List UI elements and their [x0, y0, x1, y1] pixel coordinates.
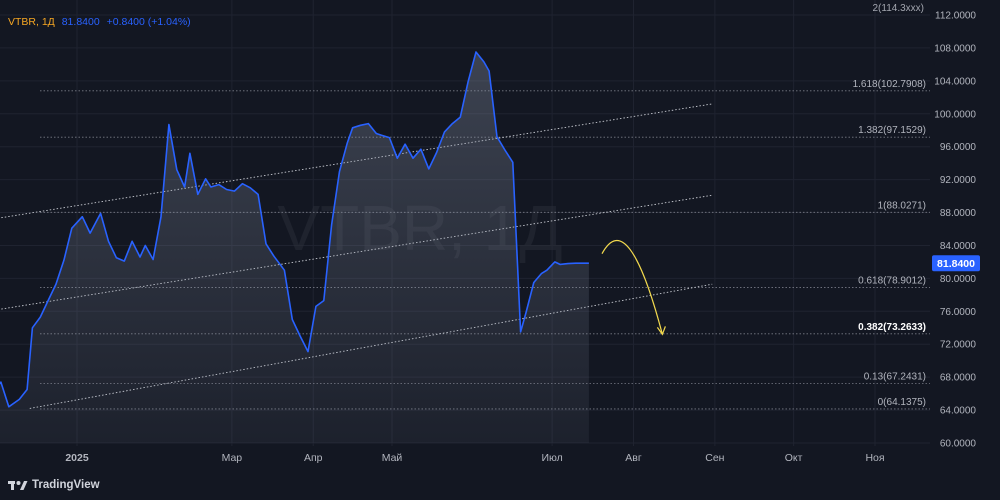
fib-level-label: 0.618(78.9012): [858, 275, 926, 286]
y-tick-label: 72.0000: [940, 340, 977, 351]
y-tick-label: 80.0000: [940, 274, 977, 285]
y-tick-label: 112.0000: [935, 11, 976, 22]
x-tick-label: Авг: [625, 452, 642, 464]
y-tick-label: 100.0000: [934, 109, 976, 120]
y-tick-label: 108.0000: [934, 43, 976, 54]
tradingview-brand-text: TradingView: [32, 479, 100, 491]
y-tick-label: 88.0000: [940, 208, 977, 219]
last-price-label: 81.8400: [61, 16, 100, 28]
y-tick-label: 92.0000: [940, 175, 977, 186]
y-tick-label: 64.0000: [940, 406, 977, 417]
y-tick-label: 84.0000: [940, 241, 977, 252]
price-change-label: +0.8400 (+1.04%): [106, 16, 191, 28]
fib-level-label: 0.382(73.2633): [858, 322, 926, 333]
price-chart[interactable]: VTBR, 1Д 0(64.1375) 0.13(67.2431) 0.382(73.…: [0, 0, 1000, 500]
y-tick-label: 96.0000: [940, 142, 977, 153]
fib-level-label: 1(88.0271): [878, 200, 926, 211]
y-tick-label: 68.0000: [940, 373, 977, 384]
x-tick-label: Май: [382, 452, 403, 464]
chart-header: VTBR, 1Д 81.8400 +0.8400 (+1.04%): [8, 16, 195, 28]
fib-level-label: 0.13(67.2431): [864, 371, 926, 382]
y-tick-label: 76.0000: [940, 307, 977, 318]
x-tick-label: Ноя: [865, 452, 884, 464]
fib-level-label: 0(64.1375): [878, 397, 926, 408]
x-tick-label: Мар: [222, 452, 243, 464]
x-tick-label: 2025: [65, 452, 89, 464]
x-tick-label: Апр: [304, 452, 323, 464]
y-tick-label: 60.0000: [940, 439, 977, 450]
x-tick-label: Окт: [785, 452, 803, 464]
tradingview-logo[interactable]: TradingView: [8, 479, 100, 491]
fib-level-label: 1.618(102.7908): [853, 79, 926, 90]
symbol-label: VTBR, 1Д: [8, 16, 55, 28]
x-tick-label: Сен: [705, 452, 724, 464]
y-tick-label: 104.0000: [934, 76, 976, 87]
last-price-tag-label: 81.8400: [937, 258, 975, 270]
x-tick-label: Июл: [541, 452, 562, 464]
tradingview-mark-icon: [8, 479, 28, 491]
fib-top-label: 2(114.3xxx): [872, 3, 924, 14]
fib-level-label: 1.382(97.1529): [858, 125, 926, 136]
